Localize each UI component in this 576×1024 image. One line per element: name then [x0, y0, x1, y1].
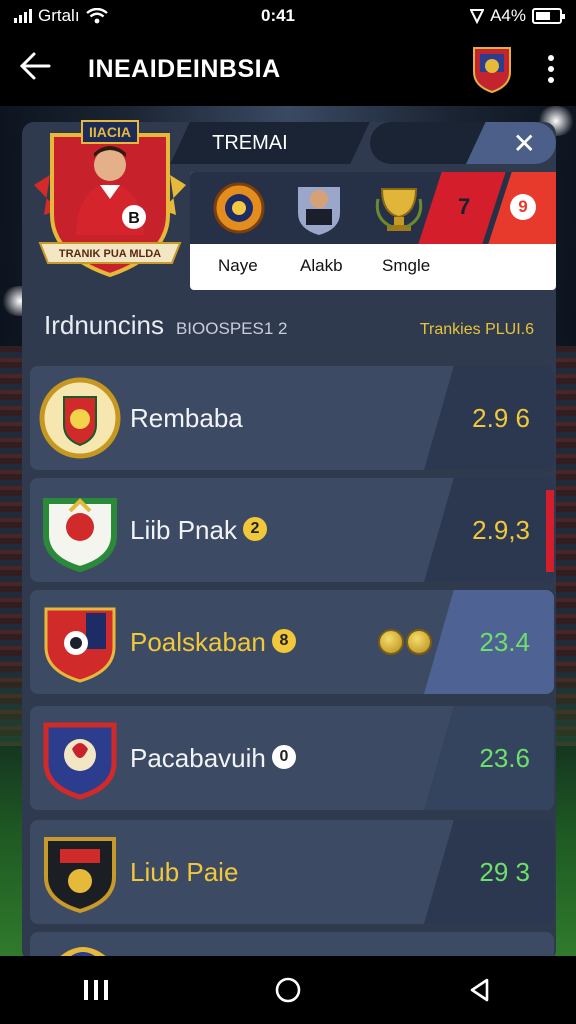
green-crest-icon — [43, 498, 117, 573]
close-button[interactable]: ✕ — [513, 127, 536, 160]
recents-icon — [84, 980, 108, 1000]
player-badge-text: IIACIA — [89, 124, 131, 140]
back-button[interactable] — [18, 49, 88, 89]
favorite-button[interactable]: 9 — [510, 194, 536, 220]
team-badge: 2 — [242, 516, 267, 541]
selector-label: Smgle — [382, 256, 431, 275]
wifi-icon — [85, 8, 108, 24]
black-gold-crest-icon — [44, 837, 116, 914]
section-subtitle: BIOOSPES1 2 — [175, 319, 288, 338]
team-name: Pacabavuih 0 — [130, 743, 296, 774]
player-ribbon-text: TRANIK PUA MLDA — [59, 248, 161, 260]
selector-item-alakb[interactable] — [288, 178, 350, 238]
team-row[interactable]: Rembaba 2.9 6 — [30, 366, 554, 470]
selector-item-naye[interactable] — [208, 178, 270, 238]
team-badge: 8 — [271, 628, 296, 653]
player-number: B — [128, 210, 140, 227]
selector-label: Naye — [218, 256, 258, 275]
battery-icon — [532, 8, 565, 24]
section-header: Irdnuncins BIOOSPES1 2 Trankies PLUI.6 — [44, 310, 544, 350]
red-counter: 7 — [458, 194, 471, 219]
location-icon — [470, 9, 485, 24]
home-circle-icon — [275, 977, 301, 1003]
home-button[interactable] — [248, 965, 328, 1015]
team-score: 23.6 — [479, 742, 530, 773]
app-bar: INEAIDEINBSIA — [0, 32, 576, 106]
carrier-name: Grtalı — [38, 6, 80, 25]
team-row[interactable]: Pacabavuih 0 23.6 — [30, 706, 554, 810]
player-avatar-icon — [298, 187, 340, 235]
coins-icon — [378, 629, 432, 655]
status-bar: Grtalı 0:41 A4% — [0, 0, 576, 32]
team-name: Poalskaban 8 — [130, 627, 296, 658]
battery-percent: A4% — [490, 6, 526, 25]
arrow-left-icon — [19, 52, 51, 80]
selector-label: Alakb — [300, 256, 343, 275]
team-name: Rembaba — [130, 402, 243, 433]
team-score: 2.9 6 — [472, 402, 530, 433]
team-score: 23.4 — [479, 626, 530, 657]
signal-icon — [14, 9, 32, 23]
club-crest-icon[interactable] — [470, 44, 514, 94]
tab-tremai[interactable]: TREMAI — [170, 122, 370, 164]
category-selector: 7 9 Naye Alakb Smgle — [190, 172, 556, 290]
orange-crest-icon — [213, 182, 265, 234]
clock: 0:41 — [260, 6, 296, 25]
recent-apps-button[interactable] — [56, 965, 136, 1015]
team-row[interactable]: Liub Paie 29 3 — [30, 820, 554, 924]
blue-red-crest-icon — [43, 722, 117, 800]
player-crest-icon: IIACIA B TRANIK PUA MLDA — [34, 120, 186, 278]
trophy-icon — [375, 188, 423, 231]
team-name: Liib Pnak 2 — [130, 515, 267, 546]
team-score: 2.9,3 — [472, 514, 530, 545]
system-nav-bar — [0, 956, 576, 1024]
page-title: INEAIDEINBSIA — [88, 54, 281, 83]
team-name: Liub Paie — [130, 856, 239, 887]
team-row[interactable]: Poalskaban 8 23.4 — [30, 590, 554, 694]
gold-red-crest-icon — [39, 377, 121, 459]
selector-item-smgle[interactable] — [368, 178, 430, 238]
rankings-link[interactable]: Trankies PLUI.6 — [420, 321, 534, 339]
section-title: Irdnuncins — [44, 310, 164, 340]
close-pill: ✕ — [370, 122, 556, 164]
team-badge: 0 — [271, 744, 296, 769]
team-row[interactable]: Liib Pnak 2 2.9,3 — [30, 478, 554, 582]
red-shield-crest-icon — [44, 607, 116, 683]
more-menu-button[interactable] — [544, 55, 558, 83]
triangle-back-icon — [470, 978, 489, 1002]
back-nav-button[interactable] — [440, 965, 520, 1015]
team-score: 29 3 — [479, 856, 530, 887]
